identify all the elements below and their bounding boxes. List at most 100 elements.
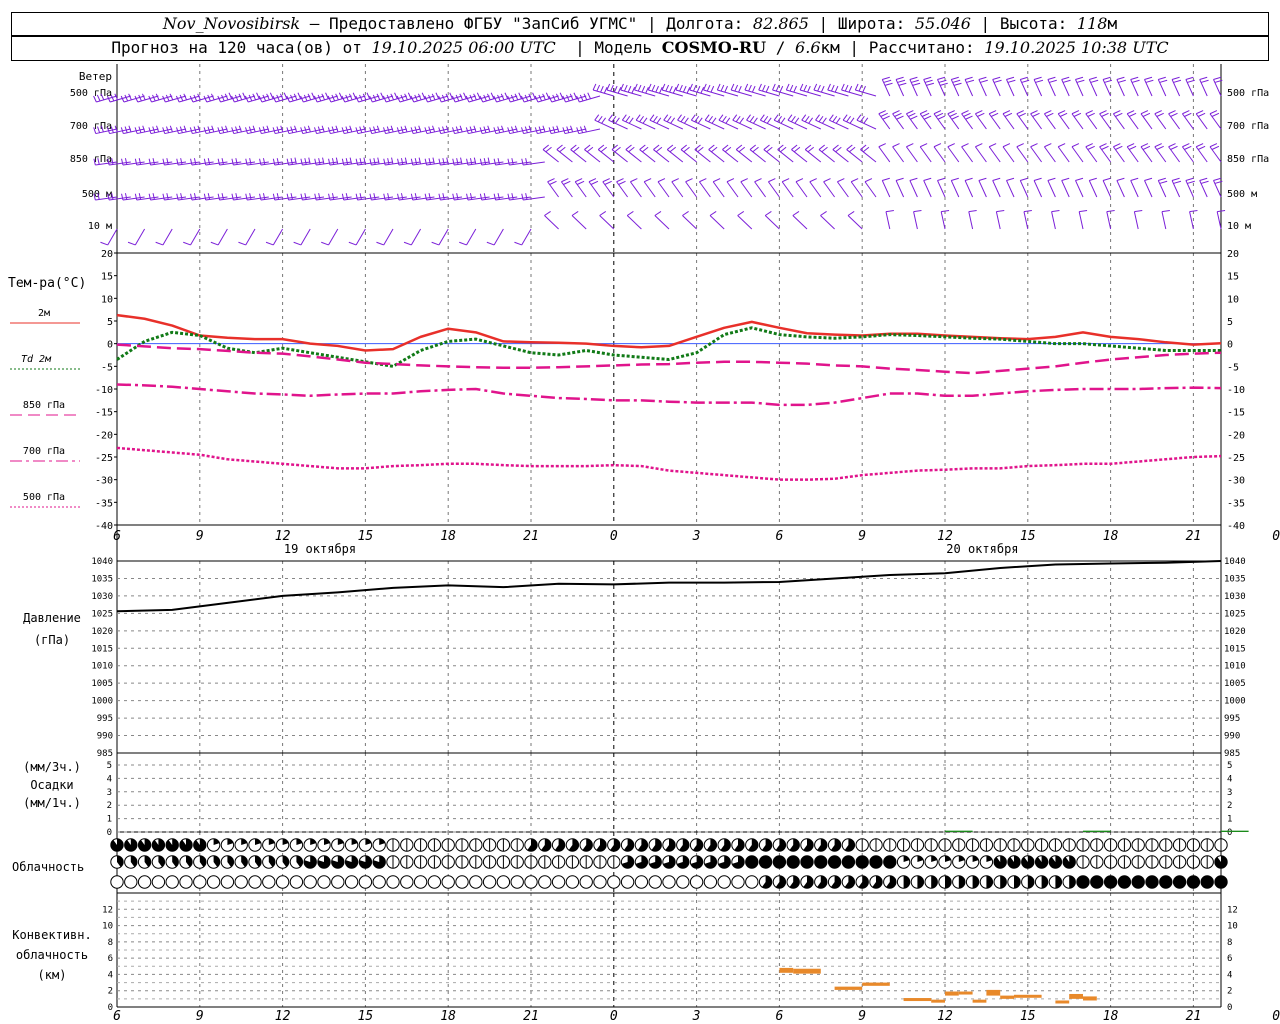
pressure-tick-left: 1020 [91,627,113,637]
wind-barb-flag [754,178,762,183]
wind-barb [895,180,905,198]
cloud-symbol [538,875,552,889]
temp-tick-right: 5 [1227,317,1233,328]
wind-barb-flag [286,158,290,166]
wind-barb [1002,113,1015,130]
temp-tick-right: -40 [1227,521,1245,532]
wind-barb-flag [1140,110,1149,115]
cloud-fill [972,875,979,889]
wind-barb [190,228,201,246]
wind-barb-flag [1161,210,1170,213]
wind-barb-flag [1102,76,1111,80]
wind-barb-flag [862,146,870,153]
temp-tick-left: 5 [107,317,113,328]
wind-barb-flag [763,115,769,123]
wind-barb [1099,113,1112,130]
wind-barb-flag [1002,110,1011,115]
wind-barb [919,113,932,130]
wind-barb-flag [613,85,618,93]
wind-barb [1102,180,1112,198]
wind-barb-flag [286,193,290,201]
wind-barb-flag [1200,180,1209,184]
wind-barb [740,181,753,198]
wind-barb [1112,113,1125,130]
wind-barb-flag [820,210,827,216]
wind-barb-flag [675,83,680,91]
wind-barb-flag [460,157,463,165]
cloud-symbol [496,875,511,889]
wind-barb-flag [828,114,834,121]
wind-barb-flag [217,158,221,166]
wind-barb-flag [311,92,315,99]
wind-barb [217,228,228,246]
temp-legend-label: 2м [38,308,50,319]
conv-tick-right: 12 [1227,905,1238,915]
wind-barb-flag [964,177,973,181]
time-tick-label: 6 [113,1009,121,1024]
wind-barb-flag [335,157,339,165]
temp-tick-left: -5 [101,362,113,373]
conv-tick-left: 12 [102,905,113,915]
wind-barb-flag [249,193,252,200]
wind-barb-flag [832,144,839,150]
conv-cloud-bar [793,968,821,974]
wind-barb-flag [487,157,491,165]
wind-barb [602,181,615,198]
cloud-symbol [413,875,428,889]
wind-barb-flag [544,210,551,216]
wind-barb-flag [1189,210,1198,213]
wind-barb-flag [1075,76,1084,80]
wind-level-label-left: 500 гПа [70,88,112,99]
cloud-symbol [303,875,317,889]
wind-barb-flag [919,143,928,148]
wind-barb-flag [452,158,455,166]
wind-barb-flag [1156,112,1164,117]
cloud-fill [883,855,896,869]
wind-barb-flag [559,146,566,153]
wind-barb-flag [803,84,808,92]
wind-barb-flag [397,193,400,201]
wind-barb-flag [449,92,453,99]
wind-barb-flag [297,92,302,99]
wind-barb-flag [235,193,238,200]
time-tick-label: 6 [775,529,783,544]
cloud-fill [1132,875,1145,889]
pressure-tick-left: 1000 [91,697,113,707]
wind-barb-flag [574,178,583,183]
wind-barb-flag [975,110,983,115]
meteogram: 6912151821036912151821036912151821036912… [8,64,1280,1024]
wind-barb [355,228,366,246]
time-tick-label: 15 [358,529,374,544]
wind-barb-flag [127,241,136,246]
wind-barb-flag [1116,177,1125,181]
cloud-fill [787,855,800,869]
wind-barb [657,181,670,198]
wind-barb [625,149,642,163]
time-tick-label: 18 [440,529,456,544]
wind-barb [777,149,794,163]
wind-barb-flag [815,114,820,121]
wind-barb-flag [373,158,376,165]
time-tick-label: 0 [1272,529,1280,544]
wind-barb-flag [625,144,632,150]
cloud-symbol [565,875,580,889]
wind-barb-flag [221,158,224,165]
wind-barb-flag [391,157,394,165]
wind-barb-flag [735,115,741,123]
wind-barb-flag [1156,145,1164,150]
wind-barb [1047,180,1056,198]
wind-barb-flag [1197,112,1206,117]
wind-barb [961,113,974,130]
temp-tick-right: -5 [1227,362,1239,373]
wind-barb-flag [1217,210,1226,213]
wind-barb-flag [1006,177,1015,181]
wind-barb-flag [799,83,804,91]
time-tick-label: 9 [858,529,866,544]
wind-barb-flag [545,92,550,99]
wind-barb-flag [1032,112,1040,117]
wind-barb-flag [397,158,400,166]
wind-barb [988,146,1001,163]
wind-barb-flag [700,87,705,94]
wind-barb-flag [793,146,801,153]
wind-barb-flag [1199,177,1208,181]
